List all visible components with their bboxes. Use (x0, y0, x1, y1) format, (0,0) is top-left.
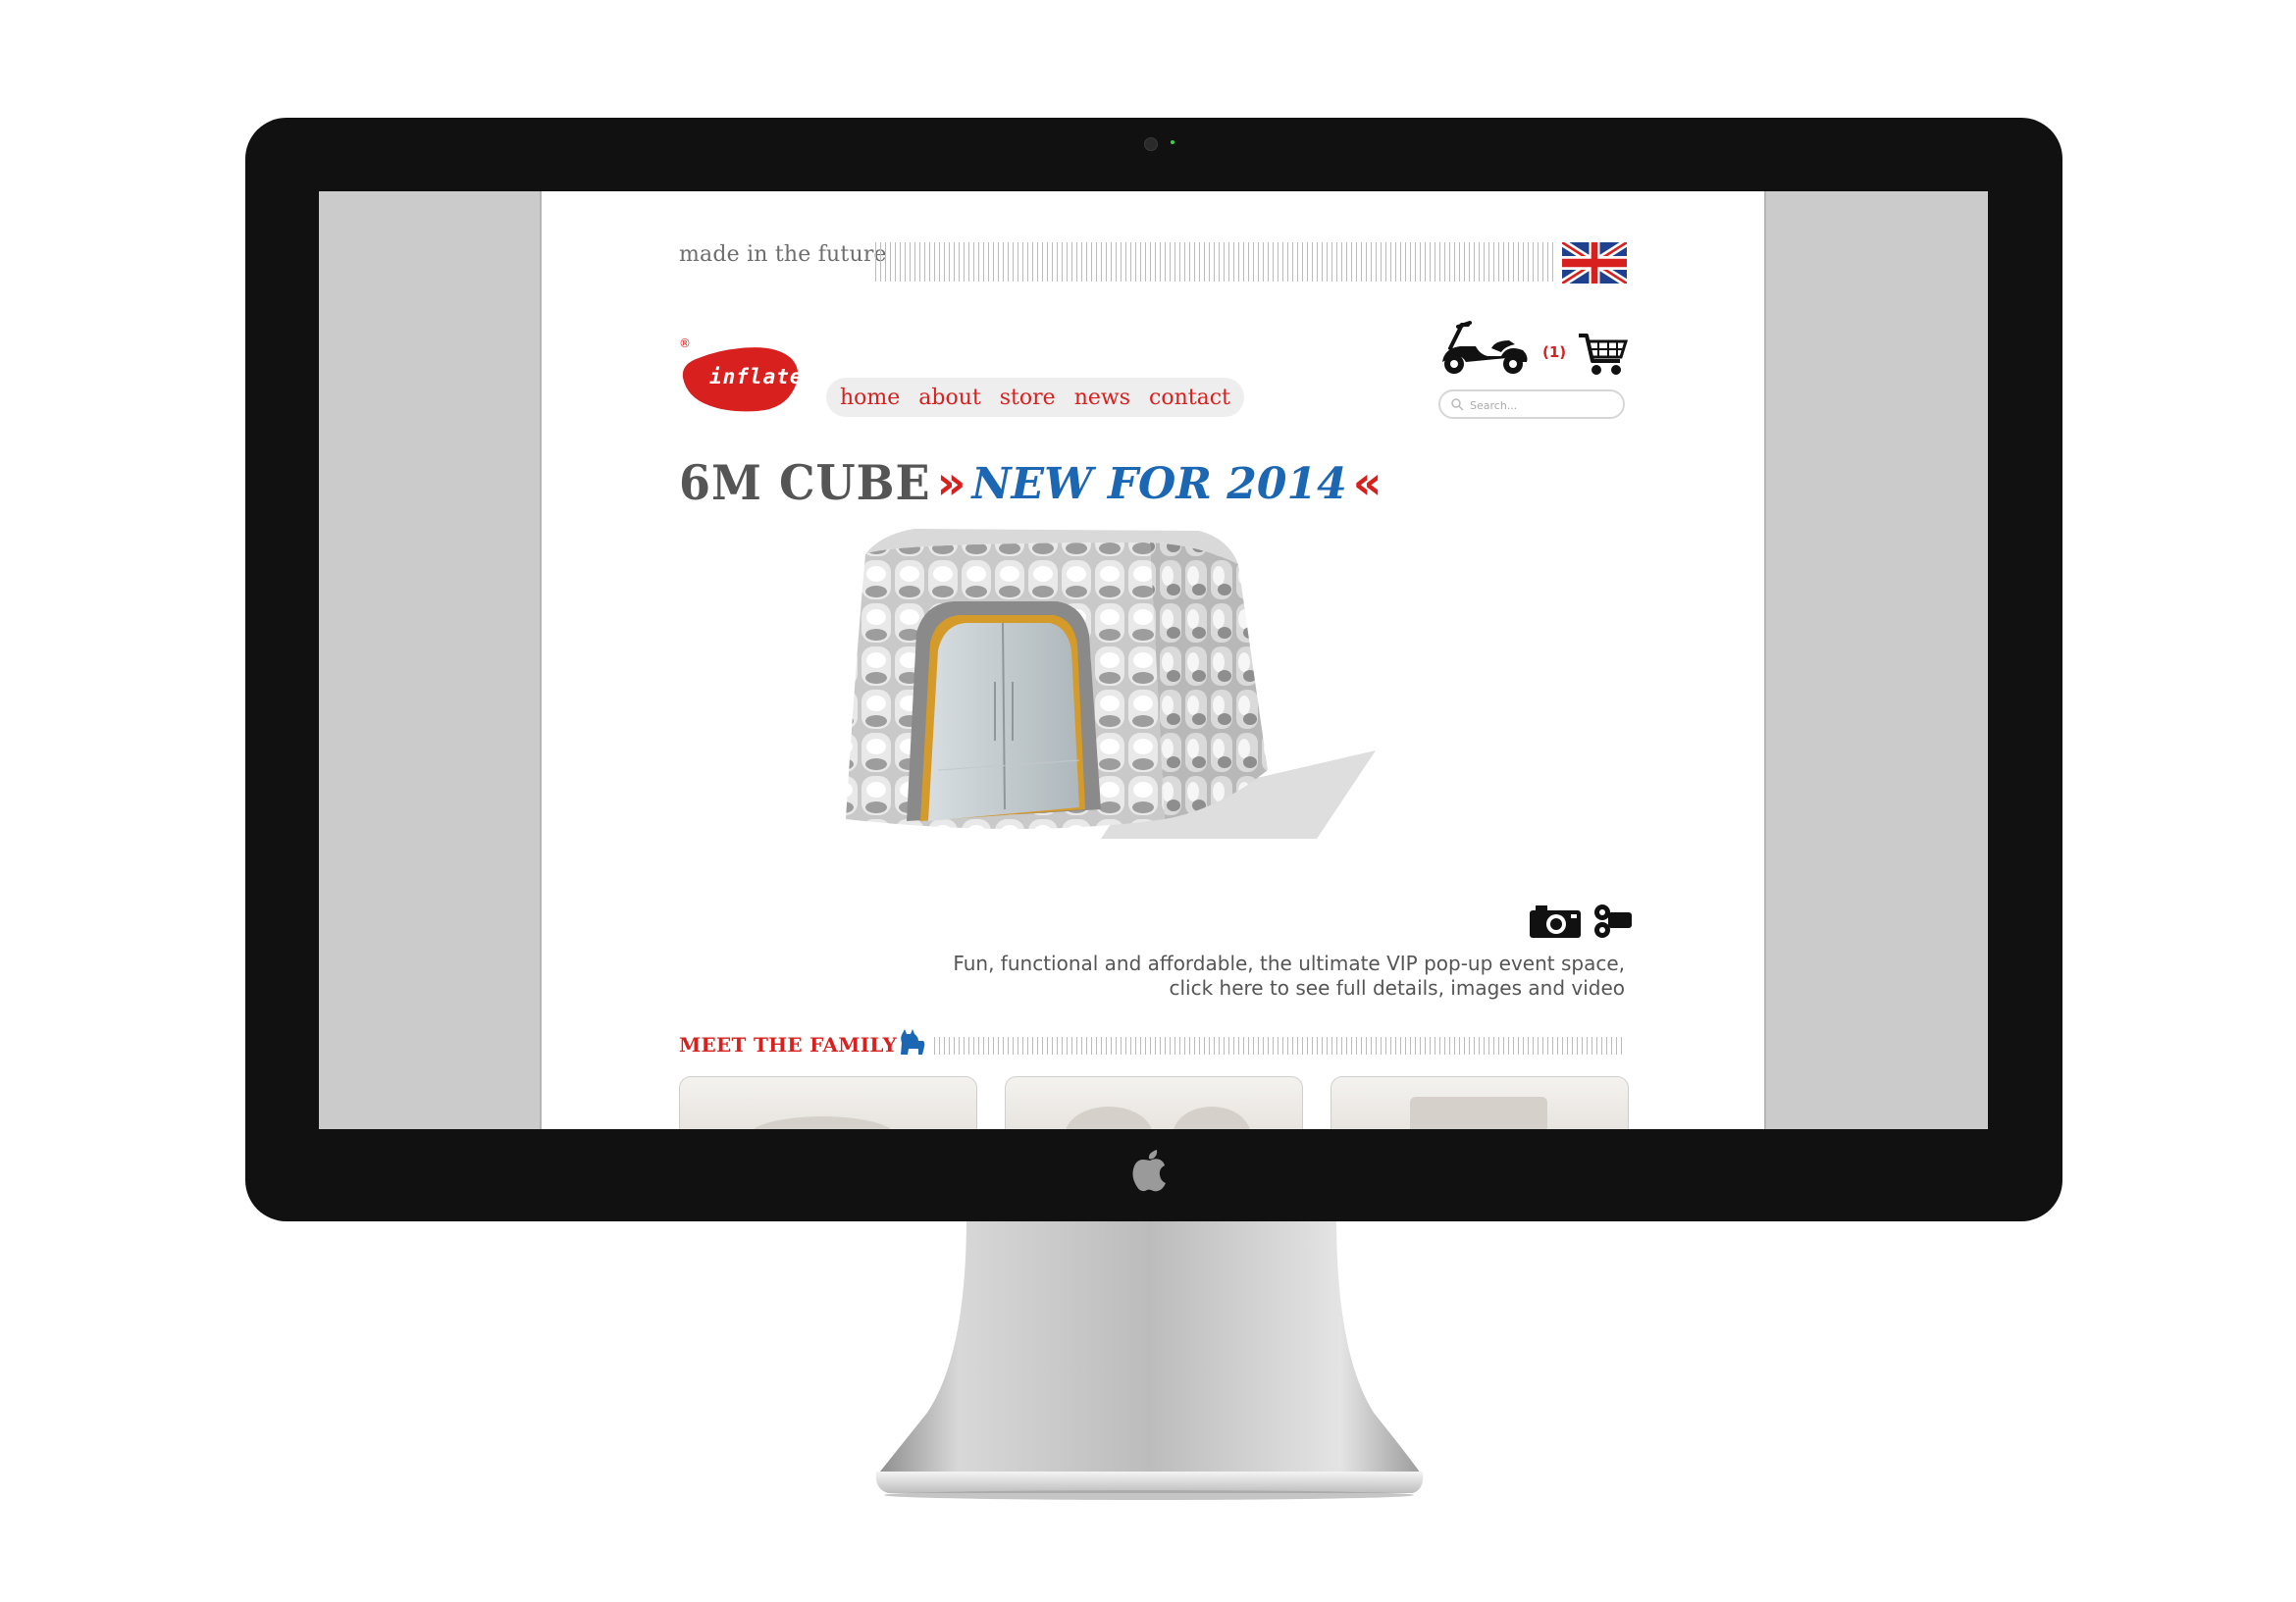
webcam (1144, 137, 1158, 151)
logo-text: inflate (709, 365, 804, 388)
nav-about-link[interactable]: about (918, 386, 980, 410)
scooter-icon[interactable] (1436, 319, 1531, 378)
family-card-2[interactable] (1005, 1076, 1303, 1129)
description-line-2: click here to see full details, images a… (1169, 976, 1625, 1000)
uk-flag-icon[interactable] (1562, 242, 1627, 284)
webcam-led (1171, 140, 1174, 144)
main-nav: home about store news contact (826, 378, 1244, 417)
media-icons (1528, 903, 1634, 940)
nav-store-link[interactable]: store (1000, 386, 1056, 410)
headline-new: NEW FOR 2014 (971, 459, 1347, 509)
description-line-1: Fun, functional and affordable, the ulti… (953, 952, 1625, 975)
cart-icon[interactable] (1577, 332, 1628, 377)
headline-arrow-close: « (1352, 456, 1383, 509)
tagline-hatch-divider (875, 242, 1556, 282)
registered-mark: ® (679, 336, 691, 350)
nav-home-link[interactable]: home (840, 386, 900, 410)
apple-logo-icon (1132, 1150, 1166, 1192)
headline-product: 6M CUBE (679, 454, 931, 511)
search-input[interactable] (1470, 395, 1617, 415)
product-description[interactable]: Fun, functional and affordable, the ulti… (836, 952, 1625, 1001)
camera-icon[interactable] (1528, 903, 1583, 940)
dog-icon (901, 1029, 925, 1055)
family-section-title: MEET THE FAMILY (679, 1033, 898, 1057)
nav-news-link[interactable]: news (1074, 386, 1130, 410)
monitor-screen: made in the future ® inflate home about … (319, 191, 1988, 1129)
headline-arrow-open: » (936, 456, 966, 509)
video-camera-icon[interactable] (1592, 903, 1634, 940)
family-card-3[interactable] (1331, 1076, 1629, 1129)
search-box[interactable] (1438, 389, 1625, 419)
family-card-1[interactable] (679, 1076, 977, 1129)
web-page: made in the future ® inflate home about … (540, 191, 1766, 1129)
family-hatch-divider (934, 1037, 1626, 1055)
tagline: made in the future (679, 242, 887, 267)
search-icon (1451, 398, 1464, 411)
headline[interactable]: 6M CUBE » NEW FOR 2014 « (679, 454, 1387, 511)
nav-contact-link[interactable]: contact (1149, 386, 1230, 410)
inflatable-cube-image[interactable] (826, 515, 1376, 917)
cart-count[interactable]: (1) (1542, 343, 1566, 361)
